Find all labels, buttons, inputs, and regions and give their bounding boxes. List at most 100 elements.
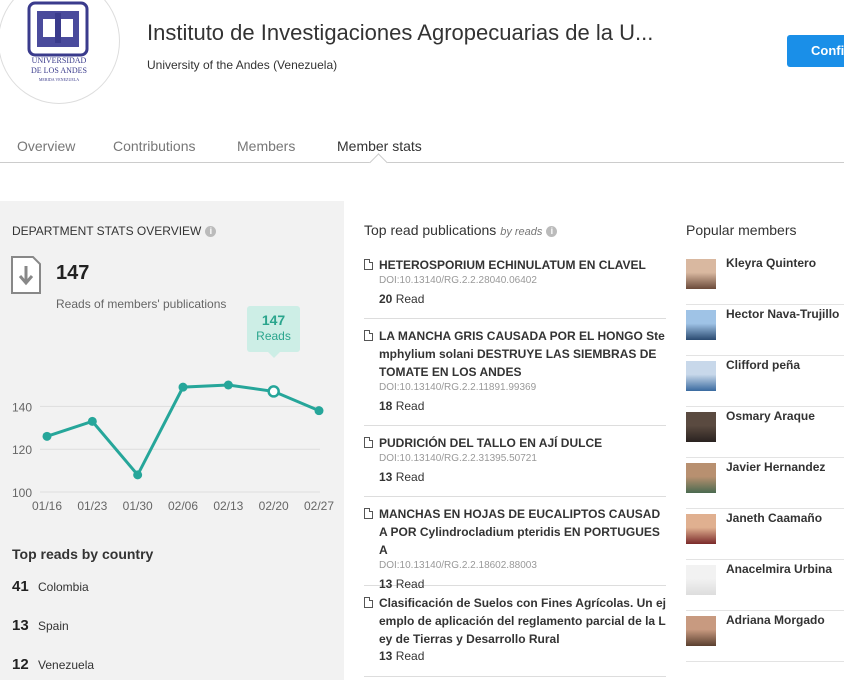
country-row: 12 Venezuela — [12, 656, 94, 673]
chart-x-tick-label: 01/16 — [32, 499, 62, 513]
chart-x-tick-label: 01/30 — [123, 499, 153, 513]
country-name: Colombia — [38, 580, 89, 594]
member-item[interactable]: Kleyra Quintero — [686, 253, 844, 305]
publications-heading-text: Top read publications — [364, 222, 497, 238]
member-item[interactable]: Osmary Araque — [686, 406, 844, 458]
member-item[interactable]: Javier Hernandez — [686, 457, 844, 509]
member-name[interactable]: Adriana Morgado — [726, 613, 825, 627]
publication-item[interactable]: HETEROSPORIUM ECHINULATUM EN CLAVEL DOI:… — [364, 256, 666, 319]
publication-reads-unit: Read — [395, 577, 425, 591]
download-icon — [11, 256, 41, 294]
country-count: 13 — [12, 617, 29, 634]
countries-heading: Top reads by country — [12, 546, 154, 562]
publication-reads-unit: Read — [395, 470, 425, 484]
publication-reads-count: 20 — [379, 292, 393, 306]
info-icon[interactable]: i — [546, 225, 558, 237]
chart-point — [133, 470, 143, 480]
total-reads-value: 147 — [56, 262, 90, 284]
publication-reads-count: 13 — [379, 470, 393, 484]
chart-point — [87, 416, 97, 426]
publication-title[interactable]: HETEROSPORIUM ECHINULATUM EN CLAVEL — [379, 256, 666, 274]
publication-reads: 18 Read — [379, 395, 666, 417]
publication-item[interactable]: MANCHAS EN HOJAS DE EUCALIPTOS CAUSADA P… — [364, 505, 666, 591]
chart-series-line — [46, 383, 320, 478]
publication-reads: 13 Read — [379, 466, 666, 488]
country-row: 41 Colombia — [12, 578, 89, 595]
country-count: 12 — [12, 656, 29, 673]
chart-point — [42, 431, 52, 441]
avatar[interactable] — [686, 514, 716, 544]
publication-doi: DOI:10.13140/RG.2.2.28040.06402 — [379, 275, 537, 286]
publication-title[interactable]: Clasificación de Suelos con Fines Agríco… — [379, 594, 666, 648]
info-icon[interactable]: i — [205, 226, 217, 238]
member-name[interactable]: Javier Hernandez — [726, 460, 825, 474]
stats-heading-text: DEPARTMENT STATS OVERVIEW — [12, 224, 202, 238]
tooltip-value: 147 — [261, 312, 286, 328]
publication-title[interactable]: PUDRICIÓN DEL TALLO EN AJÍ DULCE — [379, 434, 666, 452]
chart-point — [223, 380, 233, 390]
chart-x-tick-label: 01/23 — [77, 499, 107, 513]
chart-y-tick-label: 100 — [12, 486, 32, 500]
publication-reads-count: 18 — [379, 399, 393, 413]
chart-x-tick-label: 02/27 — [304, 499, 334, 513]
avatar[interactable] — [686, 361, 716, 391]
tab-overview[interactable]: Overview — [17, 138, 75, 154]
publication-doi: DOI:10.13140/RG.2.2.11891.99369 — [379, 382, 537, 393]
publication-reads-count: 13 — [379, 577, 393, 591]
publication-item[interactable]: Clasificación de Suelos con Fines Agríco… — [364, 594, 666, 677]
tab-members[interactable]: Members — [237, 138, 295, 154]
chart-y-tick-label: 120 — [12, 443, 32, 457]
tab-member-stats[interactable]: Member stats — [337, 138, 422, 154]
document-icon — [364, 330, 373, 341]
confirm-button[interactable]: Confi — [787, 35, 844, 67]
publications-heading: Top read publications by reads i — [364, 222, 558, 238]
member-name[interactable]: Kleyra Quintero — [726, 256, 816, 270]
publication-reads: 13 Read — [379, 573, 666, 595]
publications-sort-label: by reads — [500, 226, 543, 238]
member-name[interactable]: Osmary Araque — [726, 409, 815, 423]
member-name[interactable]: Clifford peña — [726, 358, 800, 372]
member-name[interactable]: Hector Nava-Trujillo — [726, 307, 839, 321]
publication-title[interactable]: MANCHAS EN HOJAS DE EUCALIPTOS CAUSADA P… — [379, 505, 666, 559]
avatar[interactable] — [686, 616, 716, 646]
publication-item[interactable]: LA MANCHA GRIS CAUSADA POR EL HONGO Stem… — [364, 327, 666, 426]
member-name[interactable]: Anacelmira Urbina — [726, 562, 832, 576]
country-name: Spain — [38, 619, 69, 633]
member-name[interactable]: Janeth Caamaño — [726, 511, 822, 525]
avatar[interactable] — [686, 463, 716, 493]
member-item[interactable]: Clifford peña — [686, 355, 844, 407]
document-icon — [364, 437, 373, 448]
member-item[interactable]: Janeth Caamaño — [686, 508, 844, 560]
member-item[interactable]: Anacelmira Urbina — [686, 559, 844, 611]
publication-reads-unit: Read — [395, 649, 425, 663]
tab-contributions[interactable]: Contributions — [113, 138, 196, 154]
publication-title[interactable]: LA MANCHA GRIS CAUSADA POR EL HONGO Stem… — [379, 327, 666, 381]
publication-reads: 13 Read — [379, 648, 666, 664]
document-icon — [364, 259, 373, 270]
avatar[interactable] — [686, 412, 716, 442]
avatar[interactable] — [686, 259, 716, 289]
chart-x-tick-label: 02/20 — [259, 499, 289, 513]
tab-bar: Overview Contributions Members Member st… — [0, 128, 844, 163]
institution-title: Instituto de Investigaciones Agropecuari… — [147, 20, 654, 45]
publication-item[interactable]: PUDRICIÓN DEL TALLO EN AJÍ DULCE DOI:10.… — [364, 434, 666, 497]
institution-subtitle[interactable]: University of the Andes (Venezuela) — [147, 58, 337, 72]
chart-y-tick-label: 140 — [12, 400, 32, 414]
tooltip-label: Reads — [256, 329, 291, 343]
chart-point — [314, 406, 324, 416]
member-item[interactable]: Adriana Morgado — [686, 610, 844, 662]
country-name: Venezuela — [38, 658, 95, 672]
university-logo[interactable]: UNIVERSIDAD DE LOS ANDES MERIDA VENEZUEL… — [0, 0, 120, 104]
publication-doi: DOI:10.13140/RG.2.2.18602.88003 — [379, 560, 537, 571]
chart-tooltip: 147 Reads — [247, 306, 300, 358]
publication-reads: 20 Read — [379, 288, 666, 310]
chart-point-highlight — [267, 385, 280, 398]
chart-point — [178, 382, 188, 392]
publication-reads-unit: Read — [395, 292, 425, 306]
chart-x-tick-label: 02/06 — [168, 499, 198, 513]
avatar[interactable] — [686, 565, 716, 595]
member-item[interactable]: Hector Nava-Trujillo — [686, 304, 844, 356]
popular-members-heading: Popular members — [686, 222, 797, 238]
avatar[interactable] — [686, 310, 716, 340]
document-icon — [364, 597, 373, 608]
